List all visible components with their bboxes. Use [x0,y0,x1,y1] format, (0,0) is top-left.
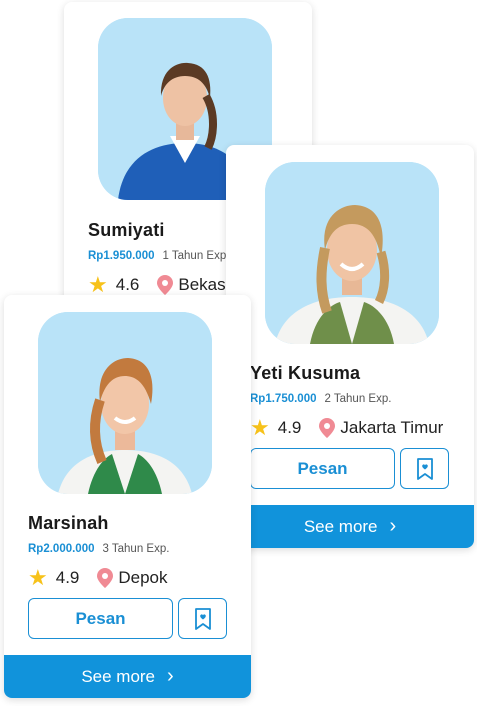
bookmark-button[interactable] [400,448,449,489]
star-icon: ★ [28,565,48,590]
map-pin-icon [319,418,336,438]
helper-card-marsinah: Marsinah Rp2.000.000 3 Tahun Exp. ★ 4.9 D… [4,295,251,698]
helper-rating: 4.9 [55,568,80,587]
bookmark-heart-icon [416,457,433,480]
helper-meta: Rp1.750.000 2 Tahun Exp. [250,393,391,405]
chevron-right-icon: › [389,514,397,537]
helper-name: Marsinah [28,513,109,533]
map-pin-icon [157,275,174,295]
helper-rating: 4.6 [115,275,140,294]
helper-location: Jakarta Timur [340,418,444,437]
helper-location: Depok [118,568,168,587]
helper-card-yeti-kusuma: Yeti Kusuma Rp1.750.000 2 Tahun Exp. ★ 4.… [226,145,474,548]
bookmark-button[interactable] [178,598,227,639]
helper-stats: ★ 4.6 Bekasi [88,274,229,296]
helper-experience: 3 Tahun Exp. [102,543,170,555]
profile-photo [38,312,212,494]
see-more-label: See more [81,666,156,686]
helper-experience: 1 Tahun Exp. [162,250,230,262]
pesan-button[interactable]: Pesan [250,448,395,489]
helper-experience: 2 Tahun Exp. [324,393,392,405]
bookmark-heart-icon [194,607,211,630]
helper-meta: Rp1.950.000 1 Tahun Exp. [88,250,229,262]
see-more-button[interactable]: See more › [4,655,251,698]
helper-stats: ★ 4.9 Depok [28,567,168,589]
person-photo-icon [38,312,212,494]
helper-name: Sumiyati [88,220,165,240]
star-icon: ★ [88,272,108,297]
see-more-button[interactable]: See more › [226,505,474,548]
helper-name: Yeti Kusuma [250,363,361,383]
see-more-label: See more [303,516,378,536]
helper-price: Rp1.750.000 [250,393,317,405]
map-pin-icon [97,568,114,588]
helper-price: Rp1.950.000 [88,250,155,262]
helper-price: Rp2.000.000 [28,543,95,555]
helper-meta: Rp2.000.000 3 Tahun Exp. [28,543,169,555]
star-icon: ★ [250,415,270,440]
profile-photo [265,162,439,344]
helper-rating: 4.9 [277,418,302,437]
chevron-right-icon: › [167,664,174,687]
helper-location: Bekasi [178,275,230,294]
pesan-button[interactable]: Pesan [28,598,173,639]
helper-stats: ★ 4.9 Jakarta Timur [250,417,443,439]
person-photo-icon [265,162,439,344]
